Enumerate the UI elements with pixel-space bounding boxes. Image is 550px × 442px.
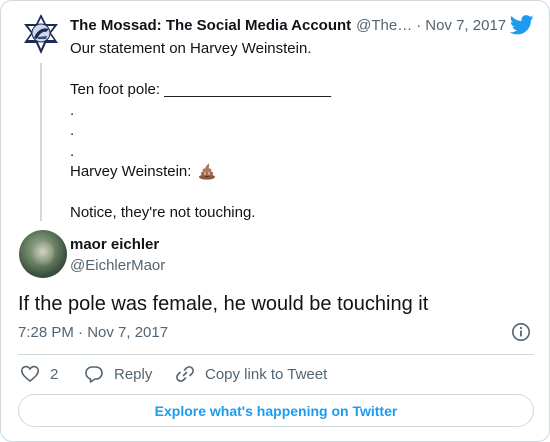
link-icon <box>176 366 194 382</box>
parent-text-line <box>70 60 530 81</box>
copy-link-label: Copy link to Tweet <box>205 365 328 383</box>
reply-handle[interactable]: @EichlerMaor <box>70 257 165 274</box>
heart-icon <box>20 365 40 383</box>
parent-date[interactable]: Nov 7, 2017 <box>425 17 506 34</box>
divider <box>18 354 534 355</box>
tweet-embed-card: The Mossad: The Social Media Account @Th… <box>0 0 550 442</box>
mossad-logo-avatar[interactable] <box>19 12 63 56</box>
like-button[interactable]: 2 <box>20 364 58 384</box>
avatar-face <box>32 240 54 266</box>
parent-text-weinstein-label: Harvey Weinstein: <box>70 163 196 180</box>
thread-connector-line <box>40 63 42 221</box>
tweet-timestamp[interactable]: 7:28 PM · Nov 7, 2017 <box>18 324 168 341</box>
parent-display-name[interactable]: The Mossad: The Social Media Account <box>70 17 351 34</box>
separator-dot: · <box>416 17 422 34</box>
reply-display-name[interactable]: maor eichler <box>70 236 159 253</box>
reply-label: Reply <box>114 365 153 383</box>
parent-tweet-header: The Mossad: The Social Media Account @Th… <box>70 17 510 37</box>
explore-label: Explore what's happening on Twitter <box>154 402 398 419</box>
parent-tweet-text: Our statement on Harvey Weinstein. Ten f… <box>70 39 530 224</box>
parent-handle[interactable]: @The… <box>356 17 412 34</box>
parent-text-line: Our statement on Harvey Weinstein. <box>70 40 312 57</box>
info-icon[interactable] <box>511 322 531 342</box>
reply-icon <box>85 366 103 383</box>
parent-text-line: . <box>70 122 75 139</box>
reply-tweet-text: If the pole was female, he would be touc… <box>18 293 429 315</box>
parent-text-line: Notice, they're not touching. <box>70 204 256 221</box>
parent-text-line <box>70 183 530 204</box>
reply-button[interactable]: Reply <box>84 364 152 384</box>
parent-text-line: Ten foot pole: ____________________ <box>70 81 332 98</box>
parent-text-line: . <box>70 101 75 119</box>
parent-text-line: . <box>70 142 75 160</box>
avatar[interactable] <box>19 230 67 278</box>
like-count: 2 <box>50 365 59 383</box>
copy-link-button[interactable]: Copy link to Tweet <box>175 364 327 384</box>
poop-emoji-icon <box>198 162 216 187</box>
twitter-bird-icon[interactable] <box>509 15 534 35</box>
tweet-actions: 2 Reply Copy link to Tweet <box>18 364 534 384</box>
explore-twitter-button[interactable]: Explore what's happening on Twitter <box>18 394 534 427</box>
parent-text-line-weinstein: Harvey Weinstein: <box>70 162 530 183</box>
